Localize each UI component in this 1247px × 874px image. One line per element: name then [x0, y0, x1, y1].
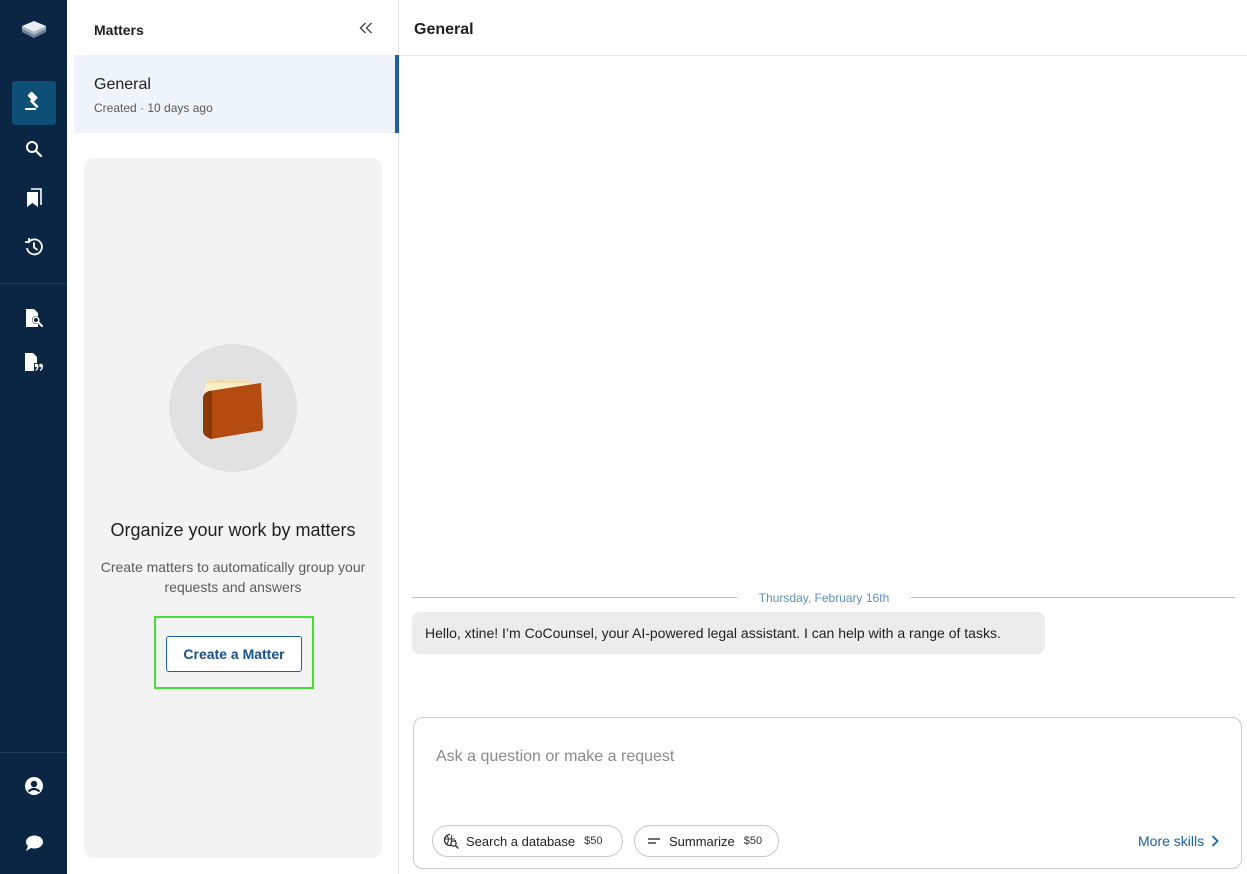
page-title: General	[414, 21, 474, 38]
skill-label: Search a database	[466, 833, 576, 849]
assistant-message: Hello, xtine! I’m CoCounsel, your AI-pow…	[412, 612, 1045, 654]
rail-item-account[interactable]	[12, 766, 56, 810]
search-icon	[25, 140, 43, 163]
skill-price: $50	[584, 835, 603, 847]
skill-price: $50	[743, 835, 763, 847]
logo-stack-icon	[20, 19, 48, 50]
more-skills-label: More skills	[1138, 833, 1205, 849]
rail-item-bookmarks[interactable]	[12, 178, 56, 222]
more-skills-link[interactable]: More skills	[1138, 833, 1219, 849]
matter-created-meta: Created · 10 days ago	[94, 101, 213, 115]
chat-bubble-icon	[24, 834, 44, 857]
matters-empty-state: Organize your work by matters Create mat…	[84, 158, 382, 858]
skill-chip-search-database[interactable]: Search a database $50	[432, 825, 623, 857]
empty-state-description: Create matters to automatically group yo…	[100, 559, 366, 595]
rail-item-document-review[interactable]	[12, 298, 56, 342]
matters-title: Matters	[94, 22, 144, 38]
matters-panel: Matters General Created · 10 days ago Or…	[67, 0, 399, 874]
folder-icon	[197, 371, 269, 446]
double-chevron-left-icon	[359, 21, 373, 39]
rail-item-history[interactable]	[12, 227, 56, 271]
empty-state-title: Organize your work by matters	[110, 520, 356, 540]
create-matter-button[interactable]: Create a Matter	[166, 636, 302, 672]
skill-label: Summarize	[669, 833, 735, 849]
matters-header: Matters	[67, 0, 399, 56]
document-search-icon	[25, 308, 43, 333]
rail-divider	[0, 283, 67, 284]
date-divider-line	[412, 597, 737, 598]
create-matter-highlight: Create a Matter	[154, 616, 314, 689]
prompt-input[interactable]	[436, 742, 1216, 772]
collapse-panel-button[interactable]	[354, 20, 378, 40]
rail-item-document-quotes[interactable]	[12, 342, 56, 386]
document-quote-icon	[24, 352, 44, 377]
date-divider: Thursday, February 16th	[758, 591, 890, 605]
matter-item-general[interactable]: General Created · 10 days ago	[74, 55, 399, 133]
database-search-icon	[443, 833, 459, 849]
matter-name: General	[94, 76, 151, 93]
date-divider-line	[911, 597, 1235, 598]
gavel-icon	[24, 91, 44, 116]
chevron-right-icon	[1211, 835, 1219, 847]
left-rail	[0, 0, 67, 874]
main-header: General	[399, 0, 1247, 56]
composer: Search a database $50 Summarize $50 More…	[413, 717, 1242, 869]
history-icon	[24, 237, 44, 262]
chat-main: General Thursday, February 16th Hello, x…	[399, 0, 1247, 874]
skill-chip-summarize[interactable]: Summarize $50	[634, 825, 779, 857]
bookmark-icon	[26, 187, 42, 213]
rail-item-search[interactable]	[12, 129, 56, 173]
rail-item-matters[interactable]	[12, 81, 56, 125]
app-logo[interactable]	[12, 12, 56, 56]
rail-divider-bottom	[0, 752, 67, 753]
user-circle-icon	[24, 776, 44, 801]
folder-illustration	[169, 344, 297, 472]
rail-item-feedback[interactable]	[12, 823, 56, 867]
summarize-lines-icon	[646, 833, 662, 849]
